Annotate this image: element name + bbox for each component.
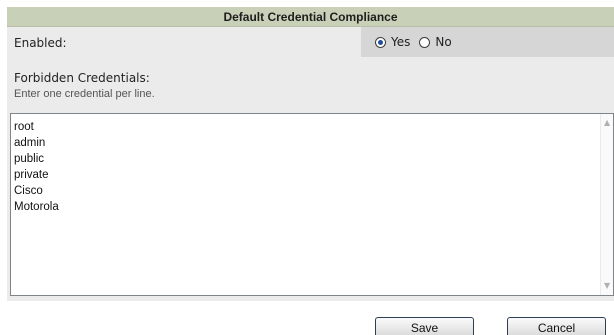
enabled-row: Enabled: Yes No [7,27,614,57]
forbidden-credentials-hint: Enter one credential per line. [14,88,155,100]
enabled-radio-group: Yes No [361,27,614,57]
credential-line: private [14,169,49,181]
yes-radio-label[interactable]: Yes [391,35,410,49]
no-radio-button[interactable] [419,36,431,48]
forbidden-credentials-textarea[interactable]: root admin public private Cisco Motorola… [10,113,614,296]
cancel-button[interactable]: Cancel [507,317,606,335]
panel-title: Default Credential Compliance [7,7,614,27]
save-button[interactable]: Save [375,317,474,335]
forbidden-credentials-label: Forbidden Credentials: [14,71,150,85]
forbidden-credentials-section: Forbidden Credentials: Enter one credent… [14,71,155,100]
scroll-up-arrow-icon[interactable]: ▲ [604,119,610,127]
credential-line: admin [14,137,46,149]
no-radio-label[interactable]: No [435,35,451,49]
credentials-list: root admin public private Cisco Motorola [14,119,59,215]
credential-compliance-panel: Default Credential Compliance Enabled: Y… [7,7,614,301]
yes-radio-button[interactable] [375,36,386,48]
credential-line: Motorola [14,201,59,213]
credential-line: public [14,153,45,165]
radio-selected-dot [378,39,383,45]
textarea-scrollbar[interactable]: ▲ ▼ [600,114,613,295]
credential-line: Cisco [14,185,43,197]
scroll-down-arrow-icon[interactable]: ▼ [604,282,610,290]
enabled-label: Enabled: [14,36,67,50]
credential-line: root [14,121,34,133]
